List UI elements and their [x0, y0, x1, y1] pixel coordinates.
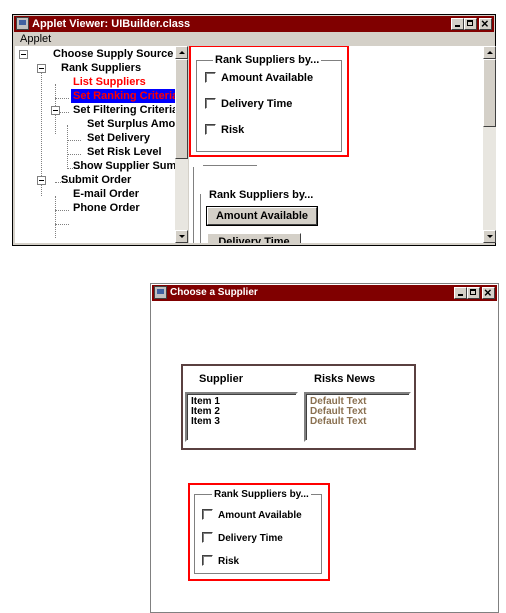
checkbox-icon[interactable] — [202, 532, 213, 543]
tree-expand-icon[interactable] — [51, 106, 60, 115]
supplier-list[interactable]: Item 1 Item 2 Item 3 — [185, 392, 298, 442]
scroll-up-icon[interactable] — [175, 46, 188, 59]
scroll-thumb[interactable] — [175, 59, 188, 159]
checkbox-label: Delivery Time — [218, 533, 283, 544]
risks-news-list[interactable]: Default Text Default Text Default Text — [304, 392, 411, 442]
checkbox-icon[interactable] — [205, 98, 216, 109]
tree-pane: Choose Supply Source Rank Suppliers List… — [15, 46, 187, 243]
tree-item-rank-suppliers[interactable]: Rank Suppliers — [61, 61, 141, 75]
checkbox-icon[interactable] — [205, 72, 216, 83]
rank-buttons-label: Rank Suppliers by... — [209, 189, 314, 201]
tree-item-choose-supply[interactable]: Choose Supply Source — [53, 47, 173, 61]
title-bar[interactable]: Applet Viewer: UIBuilder.class — [14, 16, 494, 32]
checkbox-label: Risk — [221, 124, 245, 136]
tree-item-list-suppliers[interactable]: List Suppliers — [73, 75, 146, 89]
risks-header: Risks News — [314, 373, 376, 385]
tree-item-set-ranking[interactable]: Set Ranking Criteria — [71, 89, 179, 103]
checkbox-icon[interactable] — [202, 509, 213, 520]
checkbox-icon[interactable] — [202, 555, 213, 566]
close-icon[interactable] — [479, 16, 492, 32]
maximize-icon[interactable] — [464, 18, 477, 30]
delivery-time-button[interactable]: Delivery Time — [207, 233, 301, 243]
applet-icon — [154, 286, 167, 299]
supplier-header: Supplier — [199, 373, 244, 385]
tree-scrollbar[interactable] — [175, 46, 188, 243]
checkbox-delivery-time[interactable]: Delivery Time — [205, 98, 292, 111]
minimize-icon[interactable] — [451, 18, 464, 30]
amount-available-button[interactable]: Amount Available — [207, 207, 317, 225]
menu-bar: Applet — [14, 32, 494, 46]
tree-item-set-delivery[interactable]: Set Delivery — [87, 131, 150, 145]
scroll-down-icon[interactable] — [483, 230, 496, 243]
checkbox-risk[interactable]: Risk — [205, 124, 244, 137]
choose-supplier-window: Choose a Supplier Supplier Risks News It… — [150, 283, 499, 613]
checkbox-label: Risk — [218, 556, 240, 567]
detail-pane: Rank Suppliers by... Amount Available De… — [189, 46, 483, 243]
menu-applet[interactable]: Applet — [20, 32, 51, 46]
separator — [193, 167, 194, 243]
detail-scrollbar[interactable] — [483, 46, 496, 243]
tree-expand-icon[interactable] — [37, 176, 46, 185]
window-title: Choose a Supplier — [170, 287, 258, 298]
checkbox-amount-available[interactable]: Amount Available — [202, 509, 302, 522]
applet-icon — [16, 17, 29, 30]
list-item[interactable]: Default Text — [310, 417, 367, 427]
tree-item-set-surplus[interactable]: Set Surplus Amount — [87, 117, 187, 131]
tree-item-submit-order[interactable]: Submit Order — [61, 173, 131, 187]
checkbox-risk[interactable]: Risk — [202, 555, 239, 568]
scroll-up-icon[interactable] — [483, 46, 496, 59]
scroll-thumb[interactable] — [483, 59, 496, 127]
checkbox-label: Amount Available — [218, 510, 302, 521]
tree-item-phone-order[interactable]: Phone Order — [73, 201, 140, 215]
title-bar[interactable]: Choose a Supplier — [152, 285, 497, 301]
list-item[interactable]: Item 3 — [191, 417, 220, 427]
checkbox-label: Amount Available — [221, 72, 314, 84]
scroll-down-icon[interactable] — [175, 230, 188, 243]
tree-item-show-supplier[interactable]: Show Supplier Summary — [73, 159, 187, 173]
close-icon[interactable] — [482, 285, 495, 301]
tree-item-set-filtering[interactable]: Set Filtering Criteria — [73, 103, 178, 117]
applet-viewer-window: Applet Viewer: UIBuilder.class Applet Ch… — [12, 14, 496, 246]
checkbox-amount-available[interactable]: Amount Available — [205, 72, 313, 85]
tree-item-email-order[interactable]: E-mail Order — [73, 187, 139, 201]
rank-group-label: Rank Suppliers by... — [213, 54, 322, 67]
tree-item-set-risk[interactable]: Set Risk Level — [87, 145, 162, 159]
separator — [203, 165, 257, 166]
checkbox-icon[interactable] — [205, 124, 216, 135]
checkbox-label: Delivery Time — [221, 98, 293, 110]
minimize-icon[interactable] — [454, 287, 467, 299]
tree-expand-icon[interactable] — [19, 50, 28, 59]
rank-group-label: Rank Suppliers by... — [212, 488, 311, 501]
window-title: Applet Viewer: UIBuilder.class — [32, 18, 191, 30]
checkbox-delivery-time[interactable]: Delivery Time — [202, 532, 283, 545]
maximize-icon[interactable] — [467, 287, 480, 299]
tree-expand-icon[interactable] — [37, 64, 46, 73]
